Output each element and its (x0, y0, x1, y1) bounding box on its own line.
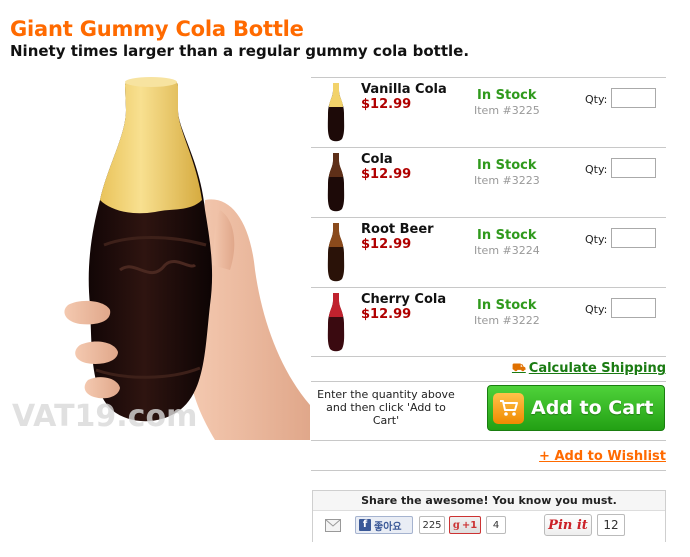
pinterest-label: Pin it (548, 517, 588, 533)
option-row: Vanilla Cola $12.99 In Stock Item #3225 … (311, 77, 666, 147)
qty-label: Qty: (585, 93, 608, 106)
option-row: Cola $12.99 In Stock Item #3223 Qty: (311, 147, 666, 217)
gplus-count: 4 (486, 516, 506, 534)
bottle-thumbnail (325, 151, 347, 213)
cart-icon (493, 392, 524, 424)
qty-input-cherry-cola[interactable] (611, 298, 656, 318)
truck-icon: ⛟ (511, 361, 526, 374)
mail-icon[interactable] (325, 517, 341, 532)
pinterest-button[interactable]: Pin it (544, 514, 592, 536)
qty-input-vanilla-cola[interactable] (611, 88, 656, 108)
option-row: Cherry Cola $12.99 In Stock Item #3222 Q… (311, 287, 666, 357)
add-to-cart-button[interactable]: Add to Cart (487, 385, 665, 431)
option-name: Vanilla Cola (361, 82, 447, 97)
share-box: Share the awesome! You know you must. f … (312, 490, 666, 542)
option-price: $12.99 (361, 237, 412, 252)
calculate-shipping-link[interactable]: ⛟ Calculate Shipping (512, 361, 666, 376)
option-price: $12.99 (361, 307, 412, 322)
option-name: Cola (361, 152, 393, 167)
qty-label: Qty: (585, 303, 608, 316)
option-name: Root Beer (361, 222, 434, 237)
option-price: $12.99 (361, 167, 412, 182)
option-price: $12.99 (361, 97, 412, 112)
watermark-text: VAT19.com (12, 399, 197, 434)
divider (311, 470, 666, 471)
share-bar: f 좋아요 225 g +1 4 Pin it 12 (313, 510, 665, 542)
stock-status: In Stock (477, 88, 537, 103)
qty-input-cola[interactable] (611, 158, 656, 178)
add-to-cart-label: Add to Cart (531, 397, 654, 419)
divider (311, 440, 666, 441)
product-image: VAT19.com (0, 70, 310, 440)
add-to-wishlist-link[interactable]: + Add to Wishlist (539, 449, 666, 464)
stock-status: In Stock (477, 298, 537, 313)
cart-instructions: Enter the quantity above and then click … (317, 388, 455, 427)
facebook-like-label: 좋아요 (374, 521, 402, 533)
share-title: Share the awesome! You know you must. (361, 494, 617, 507)
gplus-label: +1 (461, 519, 478, 531)
stock-status: In Stock (477, 228, 537, 243)
calculate-shipping-label: Calculate Shipping (528, 361, 666, 376)
item-number: Item #3223 (474, 174, 540, 187)
product-subtitle: Ninety times larger than a regular gummy… (10, 42, 470, 60)
qty-label: Qty: (585, 233, 608, 246)
product-title: Giant Gummy Cola Bottle (10, 17, 304, 41)
qty-label: Qty: (585, 163, 608, 176)
gplus-icon: g (452, 519, 460, 531)
bottle-thumbnail (325, 221, 347, 283)
item-number: Item #3225 (474, 104, 540, 117)
facebook-icon: f (359, 519, 371, 531)
pinterest-count: 12 (597, 514, 625, 536)
gplus-button[interactable]: g +1 (449, 516, 481, 534)
facebook-count: 225 (419, 516, 445, 534)
divider (311, 381, 666, 382)
stock-status: In Stock (477, 158, 537, 173)
item-number: Item #3222 (474, 314, 540, 327)
bottle-thumbnail (325, 81, 347, 143)
facebook-like-button[interactable]: f 좋아요 (355, 516, 413, 534)
option-name: Cherry Cola (361, 292, 447, 307)
option-row: Root Beer $12.99 In Stock Item #3224 Qty… (311, 217, 666, 287)
product-options: Vanilla Cola $12.99 In Stock Item #3225 … (311, 77, 666, 357)
bottle-thumbnail (325, 291, 347, 353)
item-number: Item #3224 (474, 244, 540, 257)
qty-input-root-beer[interactable] (611, 228, 656, 248)
